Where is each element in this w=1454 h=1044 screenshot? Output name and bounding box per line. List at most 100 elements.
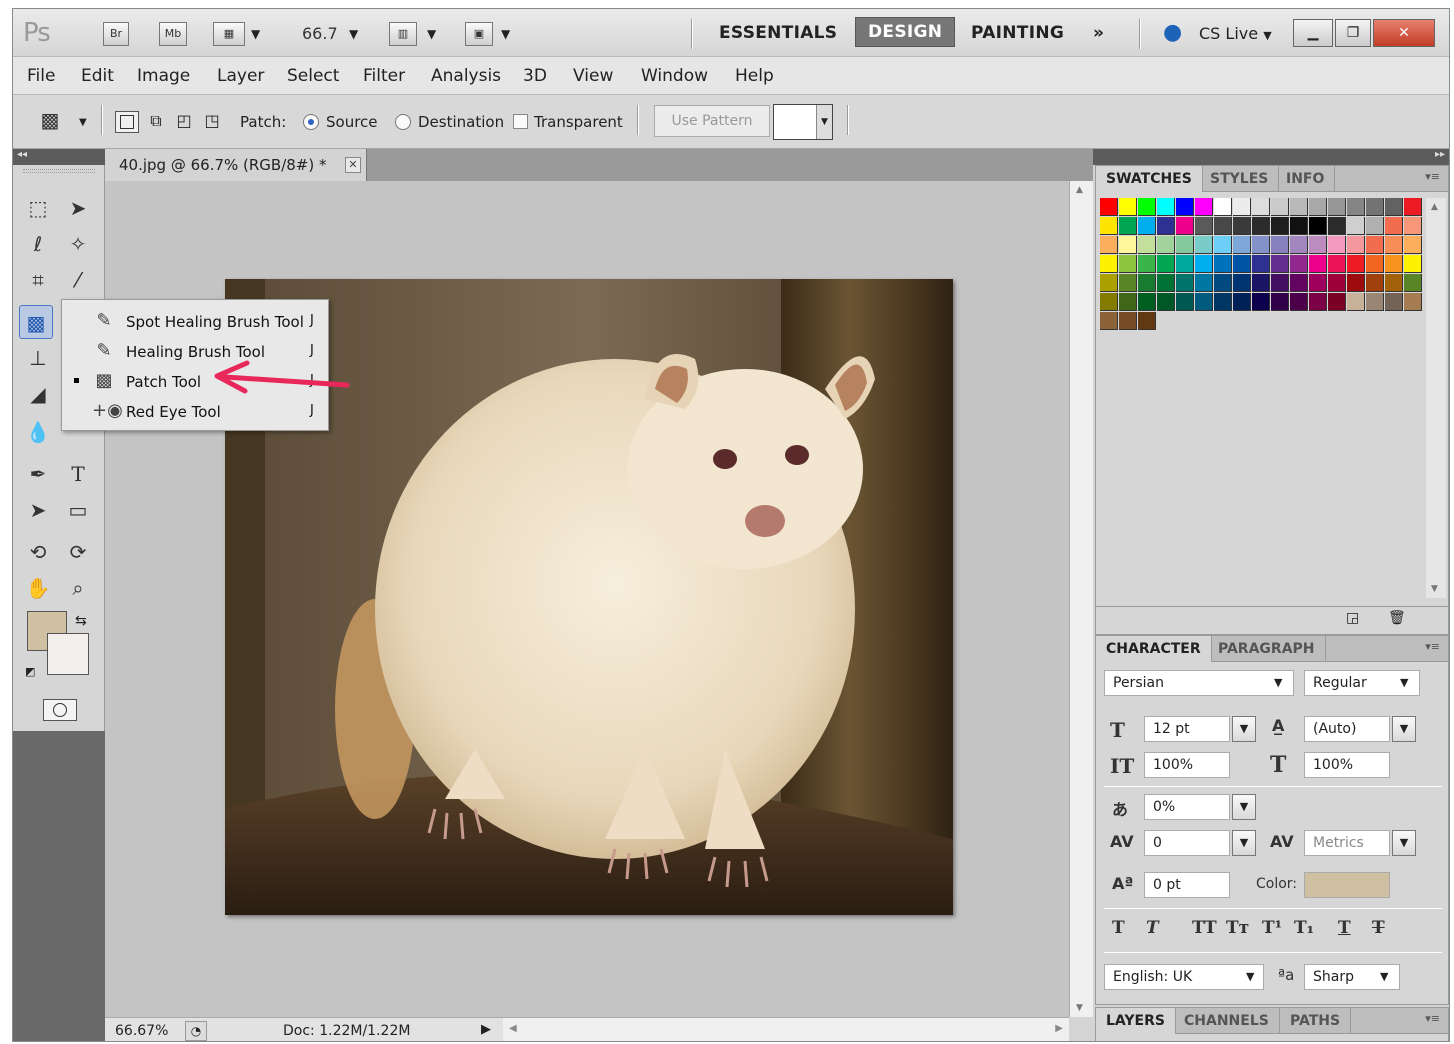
swatch[interactable] [1214,236,1232,254]
swatch[interactable] [1233,255,1251,273]
swatch[interactable] [1138,312,1156,330]
lasso-tool[interactable]: ℓ [21,227,55,261]
swatch[interactable] [1176,255,1194,273]
swatch[interactable] [1404,274,1422,292]
zoom-tool[interactable]: ⌕ [61,571,95,605]
trash-icon[interactable]: 🗑 [1388,610,1406,626]
swatch[interactable] [1252,217,1270,235]
swatch[interactable] [1195,217,1213,235]
leading-field[interactable]: (Auto) [1304,716,1390,742]
3d-rotate-tool[interactable]: ⟲ [21,535,55,569]
swatch[interactable] [1290,217,1308,235]
crop-tool[interactable]: ⌗ [21,263,55,297]
minimize-button[interactable]: ▁ [1293,19,1333,47]
transparent-label[interactable]: Transparent [534,113,623,131]
swatch[interactable] [1366,274,1384,292]
chevron-down-icon[interactable]: ▼ [427,27,436,41]
chevron-down-icon[interactable]: ▼ [501,27,510,41]
swatch[interactable] [1252,293,1270,311]
tsume-field[interactable]: 0% [1144,794,1230,820]
scroll-up-icon[interactable]: ▲ [1076,185,1083,195]
swatch[interactable] [1328,293,1346,311]
tracking-dropdown[interactable]: ▼ [1392,830,1416,856]
panel-collapse-bar[interactable]: ▸▸ [1093,149,1449,165]
underline-button[interactable]: T [1338,918,1351,938]
language-select[interactable]: English: UK [1104,964,1264,990]
destination-label[interactable]: Destination [418,113,504,131]
menu-3d[interactable]: 3D [523,66,547,86]
swatch[interactable] [1290,255,1308,273]
swap-colors-icon[interactable]: ⇆ [75,613,87,629]
kerning-dropdown[interactable]: ▼ [1232,830,1256,856]
swatch[interactable] [1328,217,1346,235]
3d-orbit-tool[interactable]: ⟳ [61,535,95,569]
swatch[interactable] [1309,198,1327,216]
zoom-level[interactable]: 66.7 [302,24,338,43]
swatch[interactable] [1385,236,1403,254]
swatch[interactable] [1366,293,1384,311]
swatch[interactable] [1138,293,1156,311]
rectangle-tool[interactable]: ▭ [61,493,95,527]
swatch[interactable] [1385,293,1403,311]
faux-bold-button[interactable]: T [1112,918,1125,938]
panel-menu-icon[interactable]: ▾≡ [1425,170,1440,183]
swatch[interactable] [1100,217,1118,235]
new-selection-button[interactable] [115,111,139,133]
menu-window[interactable]: Window [641,66,708,86]
tab-styles[interactable]: STYLES [1200,166,1280,192]
swatch[interactable] [1252,236,1270,254]
faux-italic-button[interactable]: T [1146,918,1159,938]
swatch[interactable] [1366,255,1384,273]
swatch[interactable] [1195,274,1213,292]
swatch[interactable] [1233,217,1251,235]
hand-tool[interactable]: ✋ [21,571,55,605]
swatch[interactable] [1366,198,1384,216]
swatch[interactable] [1100,198,1118,216]
swatch[interactable] [1385,274,1403,292]
source-label[interactable]: Source [326,113,378,131]
menu-filter[interactable]: Filter [363,66,405,86]
chevron-down-icon[interactable]: ▼ [349,27,358,41]
new-swatch-icon[interactable]: ◲ [1346,610,1359,626]
tab-paths[interactable]: PATHS [1280,1008,1352,1034]
close-tab-icon[interactable]: ✕ [345,157,361,173]
tab-layers[interactable]: LAYERS [1096,1008,1176,1034]
tab-info[interactable]: INFO [1276,166,1336,192]
blur-tool[interactable]: 💧 [21,415,55,449]
swatch[interactable] [1290,236,1308,254]
swatch[interactable] [1328,274,1346,292]
swatch[interactable] [1404,255,1422,273]
swatch[interactable] [1100,293,1118,311]
text-color-swatch[interactable] [1304,872,1390,898]
swatch[interactable] [1195,236,1213,254]
swatch[interactable] [1214,293,1232,311]
swatch[interactable] [1309,236,1327,254]
swatch[interactable] [1176,274,1194,292]
subscript-button[interactable]: T₁ [1294,918,1314,938]
transparent-checkbox[interactable] [513,114,528,129]
panel-menu-icon[interactable]: ▾≡ [1425,640,1440,653]
baseline-shift-field[interactable]: 0 pt [1144,872,1230,898]
view-extras-button[interactable]: ▦ [213,22,245,46]
font-size-field[interactable]: 12 pt [1144,716,1230,742]
scroll-down-icon[interactable]: ▼ [1076,1003,1083,1013]
tab-swatches[interactable]: SWATCHES [1096,166,1203,192]
document-tab[interactable]: 40.jpg @ 66.7% (RGB/8#) * ✕ [105,149,367,181]
chevron-down-icon[interactable]: ▼ [79,117,87,128]
workspace-painting[interactable]: PAINTING [971,23,1064,43]
menu-help[interactable]: Help [735,66,774,86]
swatch[interactable] [1233,236,1251,254]
small-caps-button[interactable]: Tт [1226,918,1249,938]
bridge-button[interactable]: Br [103,22,129,46]
swatch[interactable] [1157,274,1175,292]
menu-layer[interactable]: Layer [217,66,264,86]
tab-character[interactable]: CHARACTER [1096,636,1212,662]
swatch[interactable] [1366,217,1384,235]
scroll-up-icon[interactable]: ▲ [1431,202,1438,212]
menu-edit[interactable]: Edit [81,66,114,86]
rectangular-marquee-tool[interactable]: ⬚ [21,191,55,225]
chevron-down-icon[interactable]: ▼ [1400,676,1408,689]
tab-paragraph[interactable]: PARAGRAPH [1208,636,1326,662]
swatch[interactable] [1252,198,1270,216]
swatch[interactable] [1138,198,1156,216]
